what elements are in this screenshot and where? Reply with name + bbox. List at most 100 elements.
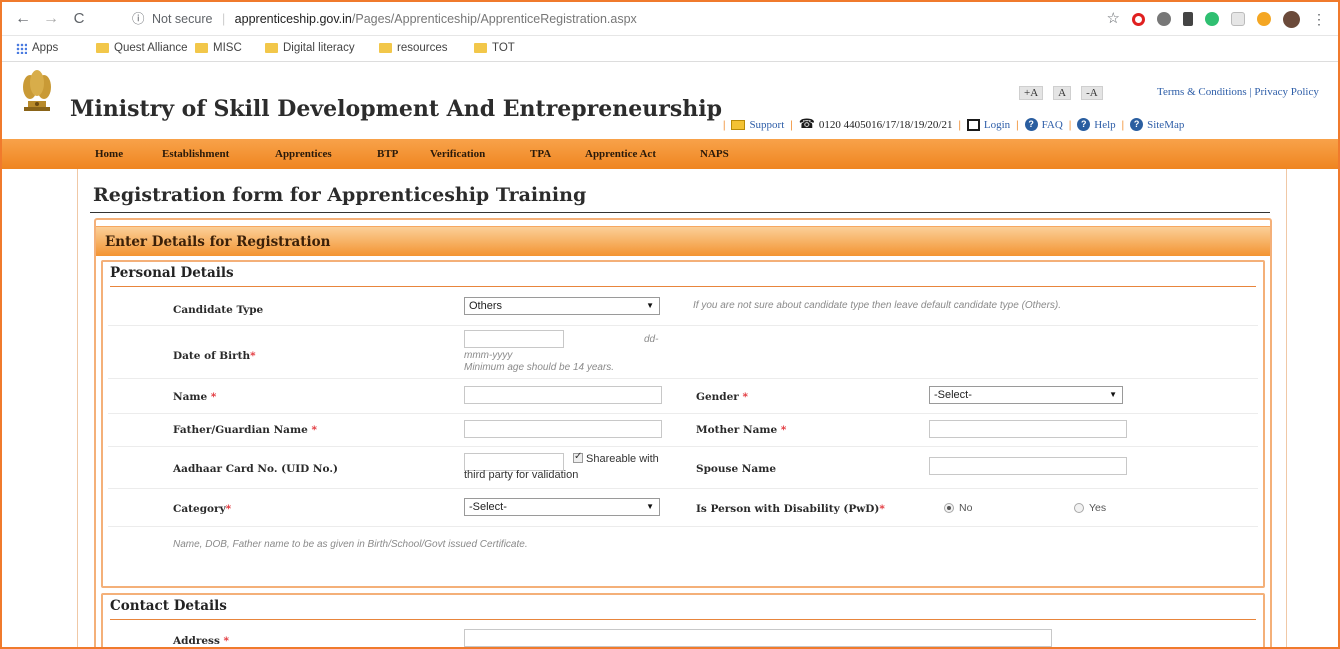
font-normal-button[interactable]: A	[1053, 86, 1072, 100]
font-size-controls: +A A -A	[1019, 86, 1103, 100]
nav-apprentices[interactable]: Apprentices	[275, 139, 332, 169]
nav-establishment[interactable]: Establishment	[162, 139, 229, 169]
bookmark-tot[interactable]: TOT	[474, 42, 515, 54]
support-link[interactable]: Support	[749, 119, 784, 131]
utility-separator: |	[1121, 118, 1125, 131]
address-bar[interactable]: ⓘ Not secure | apprenticeship.gov.in/Pag…	[132, 8, 1032, 30]
mother-name-input[interactable]	[929, 420, 1127, 438]
dob-hint: Minimum age should be 14 years.	[464, 362, 615, 373]
sitemap-link[interactable]: SiteMap	[1147, 119, 1184, 131]
grammarly-icon[interactable]	[1205, 12, 1219, 26]
back-icon[interactable]: ←	[14, 10, 32, 28]
sitemap-icon: ?	[1130, 118, 1144, 131]
pwd-yes-radio[interactable]: Yes	[1074, 502, 1106, 514]
nav-verification[interactable]: Verification	[430, 139, 485, 169]
bookmark-label: Quest Alliance	[114, 42, 188, 54]
site-header: Ministry of Skill Development And Entrep…	[2, 62, 1338, 139]
login-link[interactable]: Login	[984, 119, 1010, 131]
dropdown-arrow-icon: ▼	[1109, 390, 1117, 399]
section-title: Enter Details for Registration	[105, 234, 331, 250]
opera-icon[interactable]	[1132, 12, 1145, 26]
bookmark-star-icon[interactable]: ☆	[1107, 11, 1120, 26]
nav-home[interactable]: Home	[95, 139, 123, 169]
address-input[interactable]	[464, 629, 1052, 647]
bookmark-apps[interactable]: Apps	[16, 42, 58, 54]
bookmark-label: Digital literacy	[283, 42, 355, 54]
main-nav: Home Establishment Apprentices BTP Verif…	[2, 139, 1338, 169]
required-marker: *	[225, 503, 232, 515]
url-path: /Pages/Apprenticeship/ApprenticeRegistra…	[351, 12, 637, 26]
category-label: Category*	[173, 503, 231, 515]
avatar[interactable]	[1283, 10, 1300, 28]
extension-puzzle-icon[interactable]	[1157, 12, 1171, 26]
extension-orange-icon[interactable]	[1257, 12, 1271, 26]
bookmark-resources[interactable]: resources	[379, 42, 448, 54]
panel-divider	[110, 619, 1256, 620]
dob-label: Date of Birth*	[173, 350, 256, 362]
folder-icon	[265, 43, 278, 53]
shareable-checkbox[interactable]: Shareable with	[573, 451, 659, 465]
candidate-type-hint: If you are not sure about candidate type…	[693, 300, 1062, 311]
dob-input[interactable]	[464, 330, 564, 348]
nav-naps[interactable]: NAPS	[700, 139, 729, 169]
title-divider	[90, 212, 1270, 213]
spouse-name-label: Spouse Name	[696, 463, 777, 475]
bookmark-digital-literacy[interactable]: Digital literacy	[265, 42, 355, 54]
contact-details-panel: Contact Details Address *	[101, 593, 1265, 647]
required-marker: *	[311, 424, 317, 436]
folder-icon	[379, 43, 392, 53]
father-mother-row: Father/Guardian Name * Mother Name *	[108, 414, 1258, 447]
info-icon[interactable]: ⓘ	[132, 12, 145, 26]
faq-link[interactable]: FAQ	[1042, 119, 1063, 131]
note-row: Name, DOB, Father name to be as given in…	[108, 527, 1258, 561]
address-label: Address *	[173, 635, 229, 647]
spouse-name-input[interactable]	[929, 457, 1127, 475]
radio-selected-icon	[944, 503, 954, 513]
personal-details-heading: Personal Details	[110, 265, 234, 281]
gender-select[interactable]: -Select- ▼	[929, 386, 1123, 404]
help-link[interactable]: Help	[1094, 119, 1115, 131]
font-increase-button[interactable]: +A	[1019, 86, 1044, 100]
gender-label: Gender *	[696, 391, 748, 403]
shareable-label-2: third party for validation	[464, 469, 579, 481]
father-name-input[interactable]	[464, 420, 662, 438]
bookmark-misc[interactable]: MISC	[195, 42, 242, 54]
nav-apprentice-act[interactable]: Apprentice Act	[585, 139, 656, 169]
faq-icon: ?	[1024, 118, 1038, 131]
gender-label-text: Gender	[696, 391, 739, 403]
nav-btp[interactable]: BTP	[377, 139, 398, 169]
download-icon[interactable]	[1183, 12, 1193, 26]
national-emblem-icon	[23, 70, 51, 111]
terms-link[interactable]: Terms & Conditions	[1157, 86, 1247, 98]
phone-number: 0120 4405016/17/18/19/20/21	[818, 118, 953, 131]
contact-details-heading: Contact Details	[110, 598, 227, 614]
utility-separator: |	[1068, 118, 1072, 131]
phone-icon: ☎	[798, 117, 815, 132]
bookmark-label: resources	[397, 42, 448, 54]
utility-separator: |	[1016, 118, 1019, 131]
category-select[interactable]: -Select- ▼	[464, 498, 660, 516]
nav-tpa[interactable]: TPA	[530, 139, 551, 169]
privacy-link[interactable]: Privacy Policy	[1254, 86, 1318, 98]
shield-icon[interactable]	[1231, 12, 1245, 26]
dob-format-1: dd-	[644, 334, 659, 345]
forward-icon[interactable]: →	[42, 10, 60, 28]
menu-dots-icon[interactable]: ⋮	[1312, 12, 1326, 26]
bookmark-quest-alliance[interactable]: Quest Alliance	[96, 42, 188, 54]
font-decrease-button[interactable]: -A	[1081, 86, 1103, 100]
aadhaar-label: Aadhaar Card No. (UID No.)	[173, 463, 338, 475]
utility-separator: |	[958, 118, 961, 131]
pwd-no-radio[interactable]: No	[944, 502, 972, 514]
pwd-yes-label: Yes	[1089, 502, 1107, 514]
candidate-type-select[interactable]: Others ▼	[464, 297, 660, 315]
url-separator: |	[221, 12, 226, 26]
father-label-text: Father/Guardian Name	[173, 424, 308, 436]
dob-label-text: Date of Birth	[173, 350, 251, 362]
required-marker: *	[742, 391, 749, 403]
reload-icon[interactable]: C	[70, 10, 88, 28]
candidate-type-label: Candidate Type	[173, 304, 264, 316]
extension-icons: ☆ ⋮	[1107, 9, 1326, 29]
dropdown-arrow-icon: ▼	[646, 301, 654, 310]
name-input[interactable]	[464, 386, 662, 404]
browser-toolbar: ← → C ⓘ Not secure | apprenticeship.gov.…	[2, 2, 1338, 36]
